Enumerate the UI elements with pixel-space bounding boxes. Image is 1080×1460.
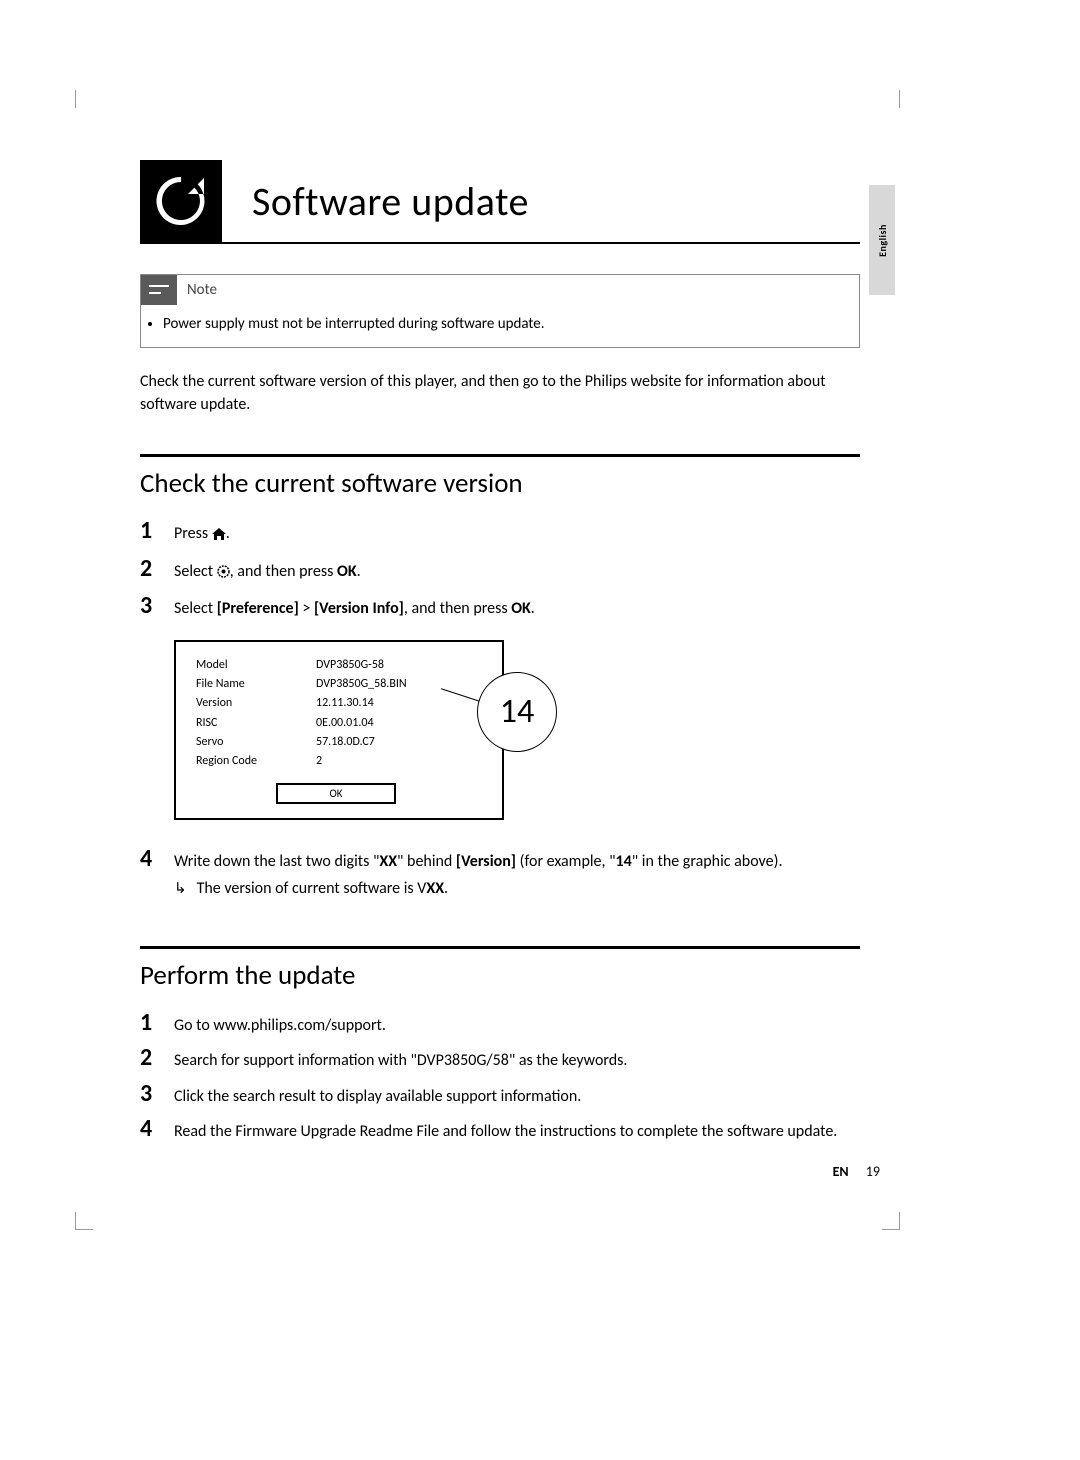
ok-button: OK [276, 783, 396, 804]
step-text: Search for support information with "DVP… [174, 1049, 627, 1072]
version-info-box: 14 Model File Name Version RISC Servo Re… [174, 640, 504, 820]
info-labels: Model File Name Version RISC Servo Regio… [196, 656, 316, 771]
title-row: Software update [140, 160, 860, 244]
crop-mark [75, 90, 93, 108]
footer-page: 19 [866, 1163, 880, 1180]
step-3: 3 Select [Preference] > [Version Info], … [140, 591, 860, 620]
step-number: 2 [140, 1043, 174, 1072]
label-region: Region Code [196, 752, 316, 771]
value-model: DVP3850G-58 [316, 656, 407, 675]
value-file: DVP3850G_58.BIN [316, 675, 407, 694]
note-icon [141, 275, 177, 305]
info-values: DVP3850G-58 DVP3850G_58.BIN 12.11.30.14 … [316, 656, 407, 771]
step-1: 1 Go to www.philips.com/support. [140, 1008, 860, 1037]
section2-heading: Perform the update [140, 959, 860, 992]
home-icon [212, 524, 226, 547]
label-version: Version [196, 694, 316, 713]
section1-steps: 1 Press . 2 Select , and then press OK. … [140, 516, 860, 620]
value-version: 12.11.30.14 [316, 694, 407, 713]
step-4: 4 Write down the last two digits "XX" be… [140, 844, 860, 873]
step-text: Go to www.philips.com/support. [174, 1014, 386, 1037]
step-number: 4 [140, 844, 174, 873]
callout-circle: 14 [477, 672, 557, 752]
label-servo: Servo [196, 733, 316, 752]
substep: ↳ The version of current software is VXX… [174, 879, 860, 898]
step-text: Click the search result to display avail… [174, 1085, 581, 1108]
label-risc: RISC [196, 714, 316, 733]
callout-number: 14 [500, 691, 534, 732]
crop-mark [882, 90, 900, 108]
update-icon [140, 160, 222, 242]
step-number: 4 [140, 1114, 174, 1143]
intro-text: Check the current software version of th… [140, 370, 860, 416]
step-text: Select , and then press OK. [174, 560, 361, 585]
substep-text: The version of current software is VXX. [197, 879, 448, 898]
section1-heading: Check the current software version [140, 467, 860, 500]
page-title: Software update [252, 177, 529, 226]
label-model: Model [196, 656, 316, 675]
section-rule [140, 454, 860, 457]
step-number: 1 [140, 516, 174, 545]
step-2: 2 Select , and then press OK. [140, 554, 860, 585]
step-number: 3 [140, 1079, 174, 1108]
note-header: Note [141, 275, 859, 305]
step-2: 2 Search for support information with "D… [140, 1043, 860, 1072]
step-text: Select [Preference] > [Version Info], an… [174, 597, 535, 620]
step-number: 2 [140, 554, 174, 583]
step-1: 1 Press . [140, 516, 860, 547]
step-number: 3 [140, 591, 174, 620]
step-3: 3 Click the search result to display ava… [140, 1079, 860, 1108]
step-4: 4 Read the Firmware Upgrade Readme File … [140, 1114, 860, 1143]
language-tab-label: English [876, 224, 889, 257]
gear-icon [217, 562, 230, 585]
step-text: Press . [174, 522, 230, 547]
note-body: Power supply must not be interrupted dur… [141, 305, 859, 347]
value-servo: 57.18.0D.C7 [316, 733, 407, 752]
section2-steps: 1 Go to www.philips.com/support. 2 Searc… [140, 1008, 860, 1143]
value-region: 2 [316, 752, 407, 771]
section1-steps-cont: 4 Write down the last two digits "XX" be… [140, 844, 860, 898]
note-text: Power supply must not be interrupted dur… [163, 315, 845, 333]
page-content: Software update Note Power supply must n… [140, 160, 860, 1163]
arrow-icon: ↳ [174, 879, 187, 898]
step-number: 1 [140, 1008, 174, 1037]
label-file: File Name [196, 675, 316, 694]
info-table: Model File Name Version RISC Servo Regio… [196, 656, 482, 771]
step-text: Write down the last two digits "XX" behi… [174, 850, 782, 873]
language-tab: English [869, 185, 895, 295]
note-box: Note Power supply must not be interrupte… [140, 274, 860, 348]
step-text: Read the Firmware Upgrade Readme File an… [174, 1120, 837, 1143]
page-footer: EN 19 [833, 1163, 880, 1180]
footer-lang: EN [833, 1163, 849, 1180]
value-risc: 0E.00.01.04 [316, 714, 407, 733]
crop-mark [75, 1212, 93, 1230]
note-label: Note [187, 281, 217, 299]
section-rule [140, 946, 860, 949]
crop-mark [882, 1212, 900, 1230]
